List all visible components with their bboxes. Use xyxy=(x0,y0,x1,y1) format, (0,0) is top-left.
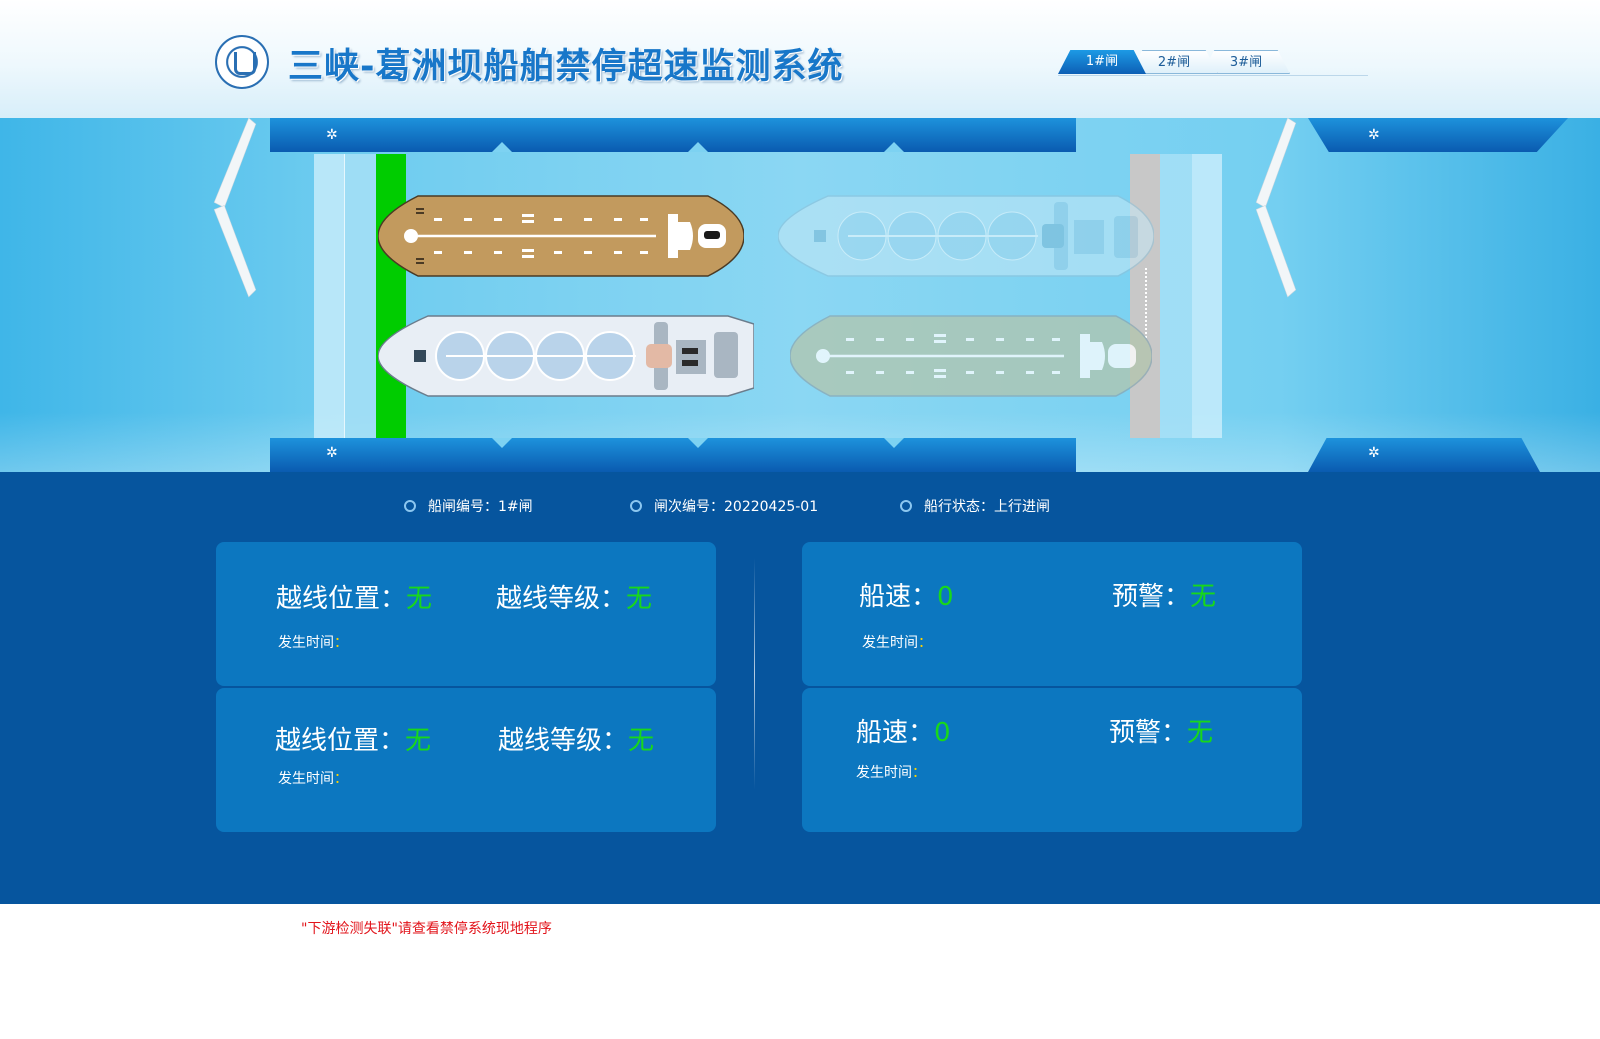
ship-speed: 船速：0 xyxy=(856,712,951,749)
occurrence-time: 发生时间： xyxy=(278,632,348,652)
ship-speed: 船速：0 xyxy=(859,576,954,613)
crossing-level: 越线等级：无 xyxy=(498,720,654,757)
bar-notch xyxy=(492,142,512,152)
gear-icon: ✲ xyxy=(326,127,338,143)
batch-no-value: 20220425-01 xyxy=(724,499,819,515)
cargo-ship-icon xyxy=(790,315,1152,397)
app-header: 三峡-葛洲坝船舶禁停超速监测系统 1#闸 2#闸 3#闸 xyxy=(0,0,1600,118)
occurrence-time-label: 发生时间 xyxy=(856,765,912,781)
occurrence-time-colon: ： xyxy=(918,635,932,651)
crossing-position-label: 越线位置： xyxy=(276,584,407,614)
speed-panel-upper: 船速：0 预警：无 发生时间： xyxy=(802,542,1302,686)
chamber-wall xyxy=(344,154,376,438)
tab-lock-1[interactable]: 1#闸 xyxy=(1058,50,1146,74)
occurrence-time-label: 发生时间 xyxy=(278,771,334,787)
bar-notch xyxy=(492,438,512,448)
occurrence-time-label: 发生时间 xyxy=(278,635,334,651)
crossing-position-value: 无 xyxy=(406,584,433,614)
occurrence-time-colon: ： xyxy=(334,771,348,787)
gear-icon: ✲ xyxy=(1368,127,1380,143)
crossing-panel-upper: 越线位置：无 越线等级：无 发生时间： xyxy=(216,542,716,686)
cargo-ship-icon xyxy=(378,195,744,277)
bar-notch xyxy=(688,142,708,152)
gear-icon: ✲ xyxy=(1368,445,1380,461)
crossing-level: 越线等级：无 xyxy=(496,578,652,615)
state-label: 船行状态： xyxy=(924,499,994,515)
ship-speed-label: 船速： xyxy=(856,718,935,748)
app-title: 三峡-葛洲坝船舶禁停超速监测系统 xyxy=(288,47,844,87)
status-state: 船行状态：上行进闸 xyxy=(900,496,1050,516)
speed-warning-value: 无 xyxy=(1187,718,1214,748)
speed-panel-lower: 船速：0 预警：无 发生时间： xyxy=(802,688,1302,832)
crossing-position: 越线位置：无 xyxy=(276,578,432,615)
downstream-miter-gate xyxy=(1255,118,1297,298)
occurrence-time-label: 发生时间 xyxy=(862,635,918,651)
speed-warning: 预警：无 xyxy=(1109,712,1213,749)
downstream-bottom-bar xyxy=(1308,438,1540,472)
occurrence-time: 发生时间： xyxy=(856,762,926,782)
occurrence-time: 发生时间： xyxy=(862,632,932,652)
tanker-ship-icon xyxy=(778,195,1154,277)
crossing-position-value: 无 xyxy=(405,726,432,756)
crossing-position: 越线位置：无 xyxy=(275,720,431,757)
speed-warning: 预警：无 xyxy=(1112,576,1216,613)
upstream-miter-gate xyxy=(213,118,257,298)
crossing-level-value: 无 xyxy=(628,726,655,756)
chamber-top-bar xyxy=(270,118,1076,152)
bar-notch xyxy=(688,438,708,448)
occurrence-time-colon: ： xyxy=(912,765,926,781)
ship-speed-value: 0 xyxy=(934,718,951,748)
ring-bullet-icon xyxy=(900,500,912,512)
gear-icon: ✲ xyxy=(326,445,338,461)
speed-warning-value: 无 xyxy=(1190,582,1217,612)
lock-no-value: 1#闸 xyxy=(498,499,533,515)
monitor-page: 三峡-葛洲坝船舶禁停超速监测系统 1#闸 2#闸 3#闸 ✲ ✲ ✲ ✲ 船闸编… xyxy=(0,0,1600,1039)
bar-notch xyxy=(884,142,904,152)
crossing-level-label: 越线等级： xyxy=(498,726,629,756)
lock-chamber-scene: ✲ ✲ ✲ ✲ xyxy=(0,118,1600,472)
downstream-top-bar xyxy=(1308,118,1568,152)
crossing-level-value: 无 xyxy=(626,584,653,614)
batch-no-label: 闸次编号： xyxy=(654,499,724,515)
chamber-wall xyxy=(1160,154,1192,438)
ring-bullet-icon xyxy=(404,500,416,512)
status-lock-no: 船闸编号：1#闸 xyxy=(404,496,533,516)
info-area: 船闸编号：1#闸 闸次编号：20220425-01 船行状态：上行进闸 越线位置… xyxy=(0,472,1600,904)
crossing-position-label: 越线位置： xyxy=(275,726,406,756)
lock-no-label: 船闸编号： xyxy=(428,499,498,515)
panel-divider xyxy=(754,558,755,790)
status-batch-no: 闸次编号：20220425-01 xyxy=(630,496,818,516)
connection-warning-text: "下游检测失联"请查看禁停系统现地程序 xyxy=(301,921,552,937)
crossing-level-label: 越线等级： xyxy=(496,584,627,614)
tanker-ship-icon xyxy=(378,315,754,397)
chamber-wall xyxy=(1192,154,1222,438)
bar-notch xyxy=(884,438,904,448)
lock-tabs: 1#闸 2#闸 3#闸 xyxy=(1058,50,1368,76)
crossing-panel-lower: 越线位置：无 越线等级：无 发生时间： xyxy=(216,688,716,832)
speed-warning-label: 预警： xyxy=(1112,582,1191,612)
speed-warning-label: 预警： xyxy=(1109,718,1188,748)
occurrence-time: 发生时间： xyxy=(278,768,348,788)
state-value: 上行进闸 xyxy=(994,499,1050,515)
occurrence-time-colon: ： xyxy=(334,635,348,651)
ship-speed-label: 船速： xyxy=(859,582,938,612)
ring-bullet-icon xyxy=(630,500,642,512)
chamber-wall xyxy=(314,154,344,438)
chamber-bottom-bar xyxy=(270,438,1076,472)
ship-speed-value: 0 xyxy=(937,582,954,612)
logo-emblem-icon xyxy=(215,35,269,89)
